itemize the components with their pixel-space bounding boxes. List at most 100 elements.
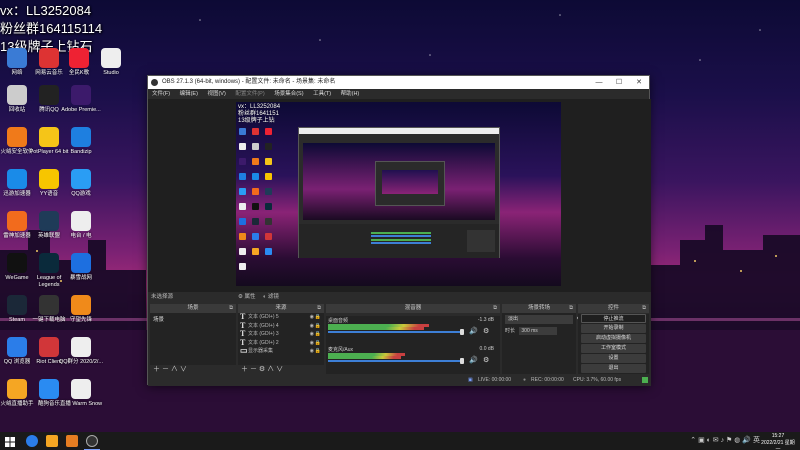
lock-icon[interactable]: 🔒 — [315, 322, 321, 331]
obs-docks: 未选择源 ⚙ 属性 ◐ 滤镜 场景 ⧉ 场景 ＋ － ∧ ∨ 来源 ⧉ T 文本 (G… — [148, 292, 651, 377]
volume-slider-handle[interactable] — [460, 329, 464, 335]
eye-icon[interactable]: ◉ — [310, 322, 314, 331]
app-icon — [71, 253, 91, 273]
start-icon[interactable] — [4, 435, 16, 447]
menu-edit[interactable]: 编辑(E) — [180, 91, 198, 97]
source-up-button[interactable]: ∧ — [267, 366, 274, 373]
minimize-icon[interactable]: — — [589, 76, 609, 89]
source-item[interactable]: ▭ 显示器采集 ◉ 🔒 — [238, 346, 324, 356]
app-icon — [71, 169, 91, 189]
preview-mini-icon — [265, 143, 272, 150]
obs-taskbar-icon[interactable] — [86, 435, 98, 447]
add-source-button[interactable]: ＋ — [241, 366, 248, 373]
control-button[interactable]: 退出 — [581, 364, 646, 373]
desktop-icon[interactable]: 直播 Warm Snow — [58, 379, 104, 408]
eye-icon[interactable]: ◉ — [310, 313, 314, 322]
channel-settings-icon[interactable]: ⚙ — [483, 327, 489, 335]
preview-canvas[interactable]: vx：LL3252084 粉丝群1641151 13级牌子上钻 — [236, 102, 561, 286]
desktop-icon-label: 直播 Warm Snow — [59, 401, 103, 407]
close-icon[interactable]: ✕ — [629, 76, 649, 89]
menu-help[interactable]: 帮助(H) — [341, 91, 360, 97]
clock[interactable]: 15:27 2022/2/21 星期一 — [760, 433, 796, 450]
control-button[interactable]: 设置 — [581, 354, 646, 363]
wegame-taskbar-icon[interactable] — [46, 435, 58, 447]
source-settings-button[interactable]: ⚙ — [259, 366, 265, 373]
duration-label: 时长 — [505, 328, 516, 334]
control-button[interactable]: 停止推流 — [581, 314, 646, 323]
obs-title: OBS 27.1.3 (64-bit, windows) - 配置文件: 未命名… — [162, 79, 336, 85]
menu-profile[interactable]: 配置文件(P) — [235, 91, 264, 97]
eye-icon[interactable]: ◉ — [310, 330, 314, 339]
preview-mini-icon — [265, 233, 272, 240]
maximize-icon[interactable]: ☐ — [609, 76, 629, 89]
volume-slider-handle[interactable] — [460, 358, 464, 364]
desktop-icon[interactable]: 电台 / 电 — [58, 211, 104, 240]
filters-button[interactable]: ◐ 滤镜 — [263, 292, 279, 303]
menu-scene-collection[interactable]: 场景集合(S) — [274, 91, 303, 97]
speaker-icon[interactable]: 🔊 — [469, 356, 478, 364]
desktop-icon[interactable]: Studio — [88, 48, 134, 77]
rec-indicator-icon: ● — [523, 377, 527, 383]
obs-window[interactable]: OBS 27.1.3 (64-bit, windows) - 配置文件: 未命名… — [147, 75, 651, 386]
lock-icon[interactable]: 🔒 — [315, 330, 321, 339]
desktop-icon-label: Bandizip — [70, 149, 92, 155]
monitor-icon: ▭ — [240, 346, 248, 355]
app-icon — [39, 211, 59, 231]
lock-icon[interactable]: 🔒 — [315, 347, 321, 356]
obs-titlebar[interactable]: OBS 27.1.3 (64-bit, windows) - 配置文件: 未命名… — [148, 76, 649, 89]
sources-dock: 来源 ⧉ T 文本 (GDI+) 5 ◉ 🔒 T 文本 (GDI+) 4 ◉ 🔒 T 文本 (GDI… — [238, 304, 324, 374]
desktop-icon[interactable]: QQ游戏 — [58, 169, 104, 198]
app-icon — [71, 295, 91, 315]
volume-slider[interactable] — [328, 360, 460, 362]
channel-settings-icon[interactable]: ⚙ — [483, 356, 489, 364]
channel-db: -1.3 dB — [477, 317, 494, 323]
source-item[interactable]: T 文本 (GDI+) 4 ◉ 🔒 — [238, 321, 324, 331]
eye-icon[interactable]: ◉ — [310, 347, 314, 356]
lock-icon[interactable]: 🔒 — [315, 339, 321, 348]
control-button[interactable]: 开始录制 — [581, 324, 646, 333]
preview-mini-icon — [265, 203, 272, 210]
obs-preview-area[interactable]: vx：LL3252084 粉丝群1641151 13级牌子上钻 — [148, 99, 651, 292]
clock-date: 2022/2/21 星期一 — [761, 440, 795, 450]
volume-slider[interactable] — [328, 331, 460, 333]
folder-taskbar-icon[interactable] — [66, 435, 78, 447]
scene-down-button[interactable]: ∨ — [180, 366, 187, 373]
source-item[interactable]: T 文本 (GDI+) 3 ◉ 🔒 — [238, 329, 324, 339]
menu-view[interactable]: 视图(V) — [207, 91, 225, 97]
transition-select[interactable]: 淡出 ⚙ — [505, 315, 582, 324]
desktop-icon[interactable]: Bandizip — [58, 127, 104, 156]
desktop-icon[interactable]: QQ群分 2020/2/... — [58, 337, 104, 366]
source-down-button[interactable]: ∨ — [276, 366, 283, 373]
app-icon — [101, 48, 121, 68]
app-icon — [7, 48, 27, 68]
eye-icon[interactable]: ◉ — [310, 339, 314, 348]
menu-tools[interactable]: 工具(T) — [313, 91, 331, 97]
remove-scene-button[interactable]: － — [162, 366, 169, 373]
scene-item[interactable]: 场景 — [150, 313, 236, 323]
control-button[interactable]: 启动虚拟摄像机 — [581, 334, 646, 343]
desktop-icon-label: Studio — [103, 70, 119, 76]
app-icon — [7, 169, 27, 189]
volume-meter — [328, 327, 424, 330]
scenes-title: 场景 — [187, 305, 199, 311]
lock-icon[interactable]: 🔒 — [315, 313, 321, 322]
qq-browser-taskbar-icon[interactable] — [26, 435, 38, 447]
preview-mini-icon — [265, 128, 272, 135]
scene-up-button[interactable]: ∧ — [171, 366, 178, 373]
desktop-icon[interactable]: 守望先锋 — [58, 295, 104, 324]
control-button[interactable]: 工作室模式 — [581, 344, 646, 353]
system-tray[interactable]: ⌃ ▣ ◐ ✉ ♪ ⚑ ◍ 🔊 英 — [570, 435, 760, 447]
menu-file[interactable]: 文件(F) — [152, 91, 170, 97]
properties-button[interactable]: ⚙ 属性 — [238, 292, 255, 303]
desktop-icon[interactable]: 暴雪战网 — [58, 253, 104, 282]
remove-source-button[interactable]: － — [250, 366, 257, 373]
duration-input[interactable]: 300 ms — [519, 327, 558, 335]
source-item[interactable]: T 文本 (GDI+) 5 ◉ 🔒 — [238, 312, 324, 322]
app-icon — [7, 127, 27, 147]
speaker-icon[interactable]: 🔊 — [469, 327, 478, 335]
scenes-dock: 场景 ⧉ 场景 ＋ － ∧ ∨ — [150, 304, 236, 374]
desktop-icon[interactable]: Adobe Premie... — [58, 85, 104, 114]
add-scene-button[interactable]: ＋ — [153, 366, 160, 373]
source-label: 文本 (GDI+) 2 — [248, 339, 279, 346]
source-item[interactable]: T 文本 (GDI+) 2 ◉ 🔒 — [238, 338, 324, 348]
